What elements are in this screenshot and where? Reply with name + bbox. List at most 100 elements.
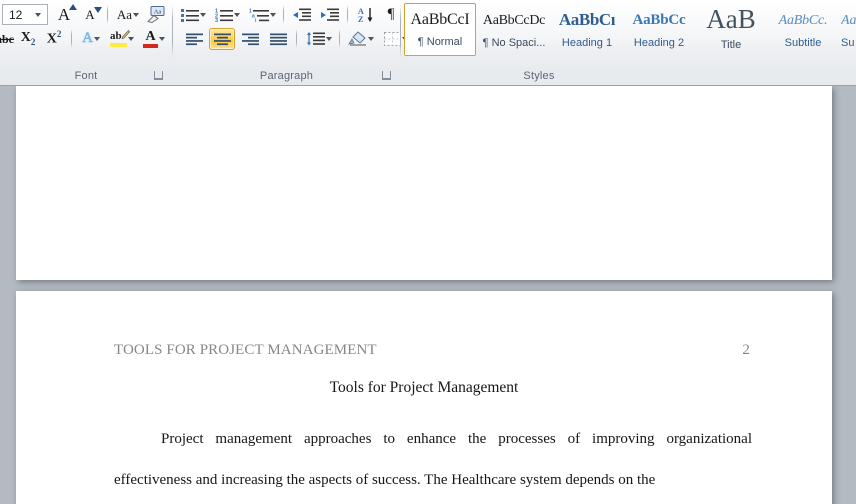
align-right-button[interactable]: [237, 28, 263, 50]
document-canvas[interactable]: TOOLS FOR PROJECT MANAGEMENT 2 Tools for…: [0, 86, 856, 504]
change-case-button[interactable]: Aa: [112, 4, 144, 25]
document-paragraph: Project management approaches to enhance…: [114, 431, 752, 488]
document-page-1[interactable]: [16, 86, 832, 280]
font-color-button[interactable]: A: [138, 28, 170, 49]
svg-text:Z: Z: [358, 15, 363, 23]
style-label: Heading 2: [633, 37, 685, 49]
paragraph-group-label: Paragraph: [259, 70, 314, 82]
multilevel-list-button[interactable]: 1 a i: [245, 4, 279, 25]
font-size-input[interactable]: 12: [2, 4, 48, 25]
clear-formatting-icon: Aa: [147, 6, 165, 23]
strikethrough-button[interactable]: abc: [0, 28, 16, 49]
chevron-down-icon: [367, 36, 374, 41]
chevron-down-icon: [199, 12, 206, 17]
style-item-heading-1[interactable]: AaBbCı Heading 1: [552, 3, 622, 56]
increase-indent-button[interactable]: [317, 4, 343, 25]
styles-group-label: Styles: [523, 70, 555, 82]
style-preview: AaBbCcI: [410, 11, 470, 28]
chevron-down-icon: [233, 12, 240, 17]
ribbon-group-styles: AaBbCcI ¶ Normal AaBbCcDc ¶ No Spaci... …: [401, 0, 856, 85]
align-left-button[interactable]: [181, 28, 207, 50]
style-label: ¶ No Spaci...: [482, 37, 546, 49]
document-page-2[interactable]: TOOLS FOR PROJECT MANAGEMENT 2 Tools for…: [16, 291, 832, 504]
justify-button[interactable]: [265, 28, 291, 50]
shading-button[interactable]: [344, 28, 377, 49]
numbering-icon: 1 2 3: [215, 8, 233, 22]
page-number: 2: [742, 342, 750, 358]
ribbon-group-paragraph: 1 2 3 1 a i A Z ¶ Paragraph: [173, 0, 408, 85]
style-label: Su: [841, 37, 855, 49]
superscript-icon: X2: [46, 29, 62, 47]
subscript-button[interactable]: X2: [16, 28, 40, 49]
styles-gallery: AaBbCcI ¶ Normal AaBbCcDc ¶ No Spaci... …: [401, 0, 856, 60]
decrease-indent-icon: [293, 8, 311, 21]
style-item-no-spacing[interactable]: AaBbCcDc ¶ No Spaci...: [478, 3, 550, 56]
shrink-font-button[interactable]: A: [78, 4, 102, 25]
chevron-down-icon: [35, 12, 41, 17]
style-label: Heading 1: [561, 37, 613, 49]
font-dialog-launcher[interactable]: [153, 70, 164, 81]
style-preview: AaBbCı: [558, 10, 616, 29]
font-group-label: Font: [74, 70, 98, 82]
word-window: 12 A A Aa Aa bc X2 X2 A ab A Font 1 2 3 …: [0, 0, 856, 504]
font-row2-separator: [71, 29, 72, 48]
svg-text:3: 3: [215, 18, 218, 22]
paragraph-row1-separator-2: [347, 5, 348, 24]
change-case-icon: Aa: [116, 7, 133, 22]
strikethrough-icon: abc: [0, 31, 14, 46]
ribbon-group-font: 12 A A Aa Aa bc X2 X2 A ab A Font: [0, 0, 172, 85]
bullets-icon: [180, 8, 199, 22]
decrease-indent-button[interactable]: [289, 4, 315, 25]
document-header: TOOLS FOR PROJECT MANAGEMENT 2: [114, 342, 750, 359]
paragraph-row2-separator-2: [339, 29, 340, 48]
subscript-icon: X2: [20, 29, 36, 47]
paragraph-group-body: 1 2 3 1 a i A Z ¶: [173, 0, 408, 60]
paragraph-dialog-launcher[interactable]: [381, 70, 392, 81]
svg-text:Aa: Aa: [154, 9, 162, 16]
numbering-button[interactable]: 1 2 3: [211, 4, 243, 25]
show-formatting-marks-button[interactable]: ¶: [380, 4, 402, 25]
align-center-icon: [213, 33, 231, 45]
grow-font-icon: A: [58, 4, 78, 23]
style-item-title[interactable]: AaB Title: [696, 3, 766, 56]
style-item-normal[interactable]: AaBbCcI ¶ Normal: [404, 3, 476, 56]
shrink-font-icon: A: [85, 7, 102, 21]
align-right-icon: [241, 33, 259, 45]
align-left-icon: [185, 33, 203, 45]
text-effects-button[interactable]: A: [76, 28, 106, 49]
style-item-heading-2[interactable]: AaBbCc Heading 2: [624, 3, 694, 56]
style-preview: AaBbCc.: [778, 13, 828, 28]
style-preview: Aa: [841, 13, 856, 28]
clear-formatting-button[interactable]: Aa: [144, 4, 169, 25]
style-item-subtitle[interactable]: AaBbCc. Subtitle: [768, 3, 838, 56]
style-item-subtle-emphasis[interactable]: Aa Su: [840, 3, 856, 56]
bullets-button[interactable]: [177, 4, 209, 25]
multilevel-list-icon: 1 a i: [249, 8, 269, 22]
text-effects-icon: A: [82, 30, 93, 46]
align-center-button[interactable]: [209, 28, 235, 50]
pilcrow-icon: ¶: [387, 6, 395, 22]
line-spacing-icon: [306, 31, 325, 45]
paragraph-row2-separator: [296, 29, 297, 48]
sort-button[interactable]: A Z: [352, 4, 379, 25]
superscript-button[interactable]: X2: [42, 28, 66, 49]
increase-indent-icon: [321, 8, 339, 21]
font-group-body: 12 A A Aa Aa bc X2 X2 A ab A: [0, 0, 172, 60]
ribbon-home-tab: 12 A A Aa Aa bc X2 X2 A ab A Font 1 2 3 …: [0, 0, 856, 86]
font-size-value: 12: [9, 7, 23, 22]
style-label: Title: [720, 39, 742, 51]
style-preview: AaB: [706, 4, 756, 34]
chevron-down-icon: [93, 36, 100, 41]
line-spacing-button[interactable]: [302, 28, 335, 49]
justify-icon: [269, 33, 287, 45]
sort-icon: A Z: [358, 7, 372, 23]
grow-font-button[interactable]: A: [52, 4, 78, 25]
borders-icon: [383, 31, 401, 46]
highlight-icon: ab: [110, 29, 130, 47]
chevron-down-icon: [325, 36, 332, 41]
style-label: ¶ Normal: [417, 36, 463, 48]
chevron-down-icon: [159, 36, 165, 41]
text-highlight-button[interactable]: ab: [106, 28, 138, 49]
style-label: Subtitle: [784, 37, 822, 49]
style-preview: AaBbCcDc: [482, 13, 546, 28]
